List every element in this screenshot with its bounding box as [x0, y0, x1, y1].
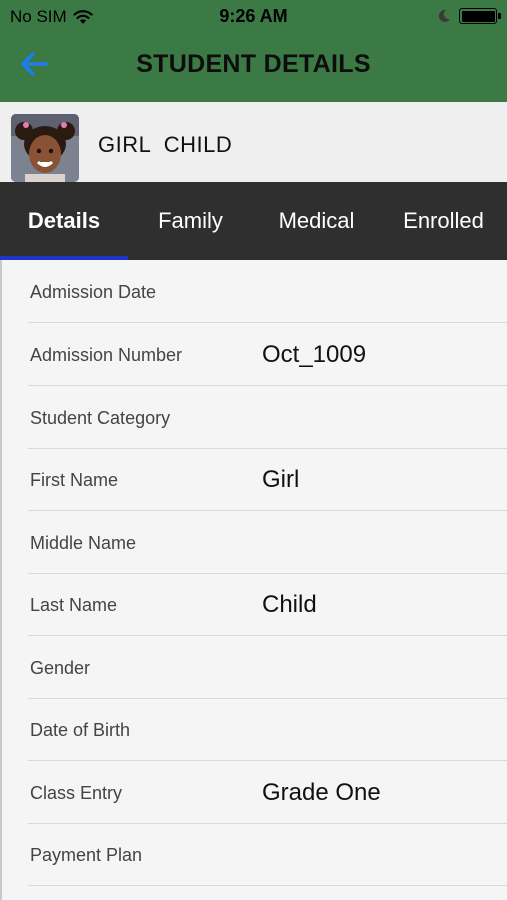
- field-value: Girl: [262, 466, 300, 493]
- field-value: Oct_1009: [262, 341, 367, 368]
- field-row-middle-name: Middle Name: [28, 511, 507, 574]
- student-name: GIRL CHILD: [98, 132, 233, 157]
- field-value: Child: [262, 591, 317, 618]
- field-label: First Name: [30, 470, 119, 490]
- field-label: Payment Plan: [30, 845, 143, 865]
- tab-label: Family: [158, 208, 223, 233]
- field-label: Last Name: [30, 595, 118, 615]
- details-list[interactable]: Admission Date Admission Number Oct_1009…: [0, 260, 507, 900]
- field-label: Date of Birth: [30, 720, 131, 740]
- tab-bar: Details Family Medical Enrolled: [0, 182, 507, 260]
- field-row-admission-date: Admission Date: [28, 260, 507, 323]
- field-row-last-name: Last Name Child: [28, 573, 507, 636]
- battery-icon: [459, 8, 501, 24]
- field-row-first-name: First Name Girl: [28, 448, 507, 511]
- field-label: Admission Number: [30, 345, 183, 365]
- tab-details[interactable]: Details: [0, 182, 128, 260]
- status-bar: No SIM 9:26 AM: [0, 0, 507, 34]
- field-row-admission-number: Admission Number Oct_1009: [28, 323, 507, 386]
- field-label: Middle Name: [30, 533, 137, 553]
- field-value: Grade One: [262, 779, 381, 806]
- status-time: 9:26 AM: [219, 6, 288, 26]
- tab-medical[interactable]: Medical: [253, 182, 380, 260]
- avatar: [11, 114, 79, 182]
- field-label: Gender: [30, 658, 91, 678]
- field-label: Class Entry: [30, 783, 123, 803]
- status-icons: [437, 8, 501, 24]
- tab-family[interactable]: Family: [128, 182, 253, 260]
- tab-label: Medical: [278, 208, 355, 233]
- field-row-class-entry: Class Entry Grade One: [28, 761, 507, 824]
- tab-enrolled[interactable]: Enrolled: [380, 182, 507, 260]
- tab-label: Enrolled: [403, 208, 484, 233]
- field-row-student-category: Student Category: [28, 386, 507, 449]
- nav-bar: STUDENT DETAILS: [0, 34, 507, 102]
- field-row-date-of-birth: Date of Birth: [28, 698, 507, 761]
- field-label: Student Category: [30, 408, 171, 428]
- tab-label: Details: [27, 208, 101, 233]
- child-photo-icon: [11, 114, 79, 182]
- field-row-gender: Gender: [28, 636, 507, 699]
- field-row-payment-plan: Payment Plan: [28, 823, 507, 886]
- field-label: Admission Date: [30, 282, 157, 302]
- app-header: No SIM 9:26 AM STUDENT DETAILS: [0, 0, 507, 102]
- page-title: STUDENT DETAILS: [136, 50, 371, 78]
- moon-icon: [438, 9, 450, 22]
- student-profile-header: GIRL CHILD: [0, 102, 507, 182]
